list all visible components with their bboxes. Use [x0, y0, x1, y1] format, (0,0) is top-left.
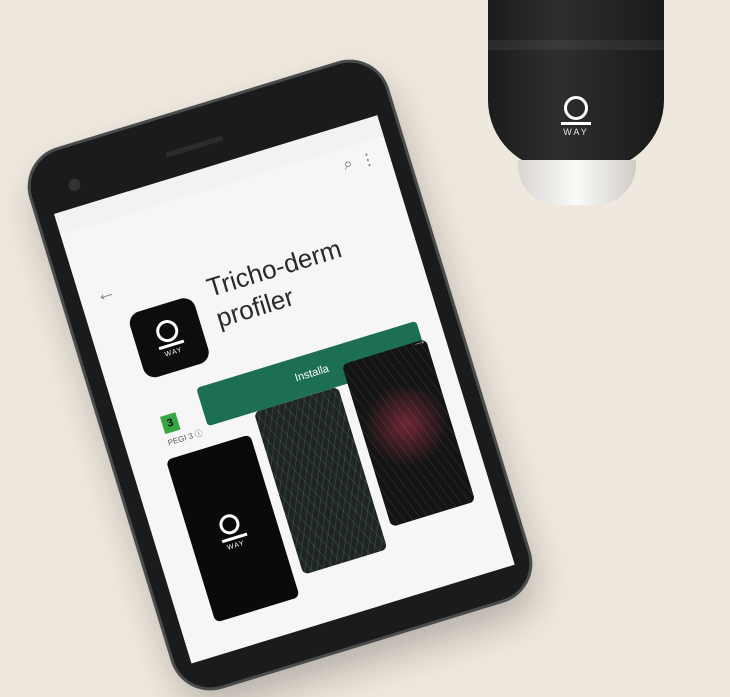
- photo-scene: ← ⌕ ⋮ WAY Tricho-derm profiler 3 PEGI 3 …: [0, 0, 730, 697]
- earpiece-speaker: [165, 135, 224, 158]
- device-band: [488, 40, 664, 50]
- more-vertical-icon[interactable]: ⋮: [357, 148, 378, 172]
- device-body: [488, 0, 664, 170]
- content-rating[interactable]: 3 PEGI 3 ⓘ: [160, 412, 204, 448]
- logo-bar: [561, 122, 591, 125]
- dermatoscope-device: WAY: [488, 0, 664, 205]
- screenshot-logo-label: WAY: [226, 539, 246, 552]
- pegi-badge: 3: [160, 412, 181, 435]
- phone-screen: ← ⌕ ⋮ WAY Tricho-derm profiler 3 PEGI 3 …: [54, 115, 515, 664]
- device-logo-text: WAY: [563, 127, 589, 137]
- front-camera: [66, 177, 82, 193]
- app-title: Tricho-derm profiler: [203, 233, 345, 334]
- app-icon: WAY: [126, 295, 212, 381]
- status-bar: [54, 115, 384, 236]
- device-logo: WAY: [546, 96, 606, 137]
- smartphone: ← ⌕ ⋮ WAY Tricho-derm profiler 3 PEGI 3 …: [21, 53, 539, 697]
- arrow-left-icon[interactable]: ←: [93, 280, 119, 308]
- logo-ring: [216, 511, 242, 537]
- logo-ring: [564, 96, 588, 120]
- app-icon-label: WAY: [163, 346, 184, 359]
- search-icon[interactable]: ⌕: [341, 155, 355, 175]
- device-lens-cap: [518, 160, 636, 205]
